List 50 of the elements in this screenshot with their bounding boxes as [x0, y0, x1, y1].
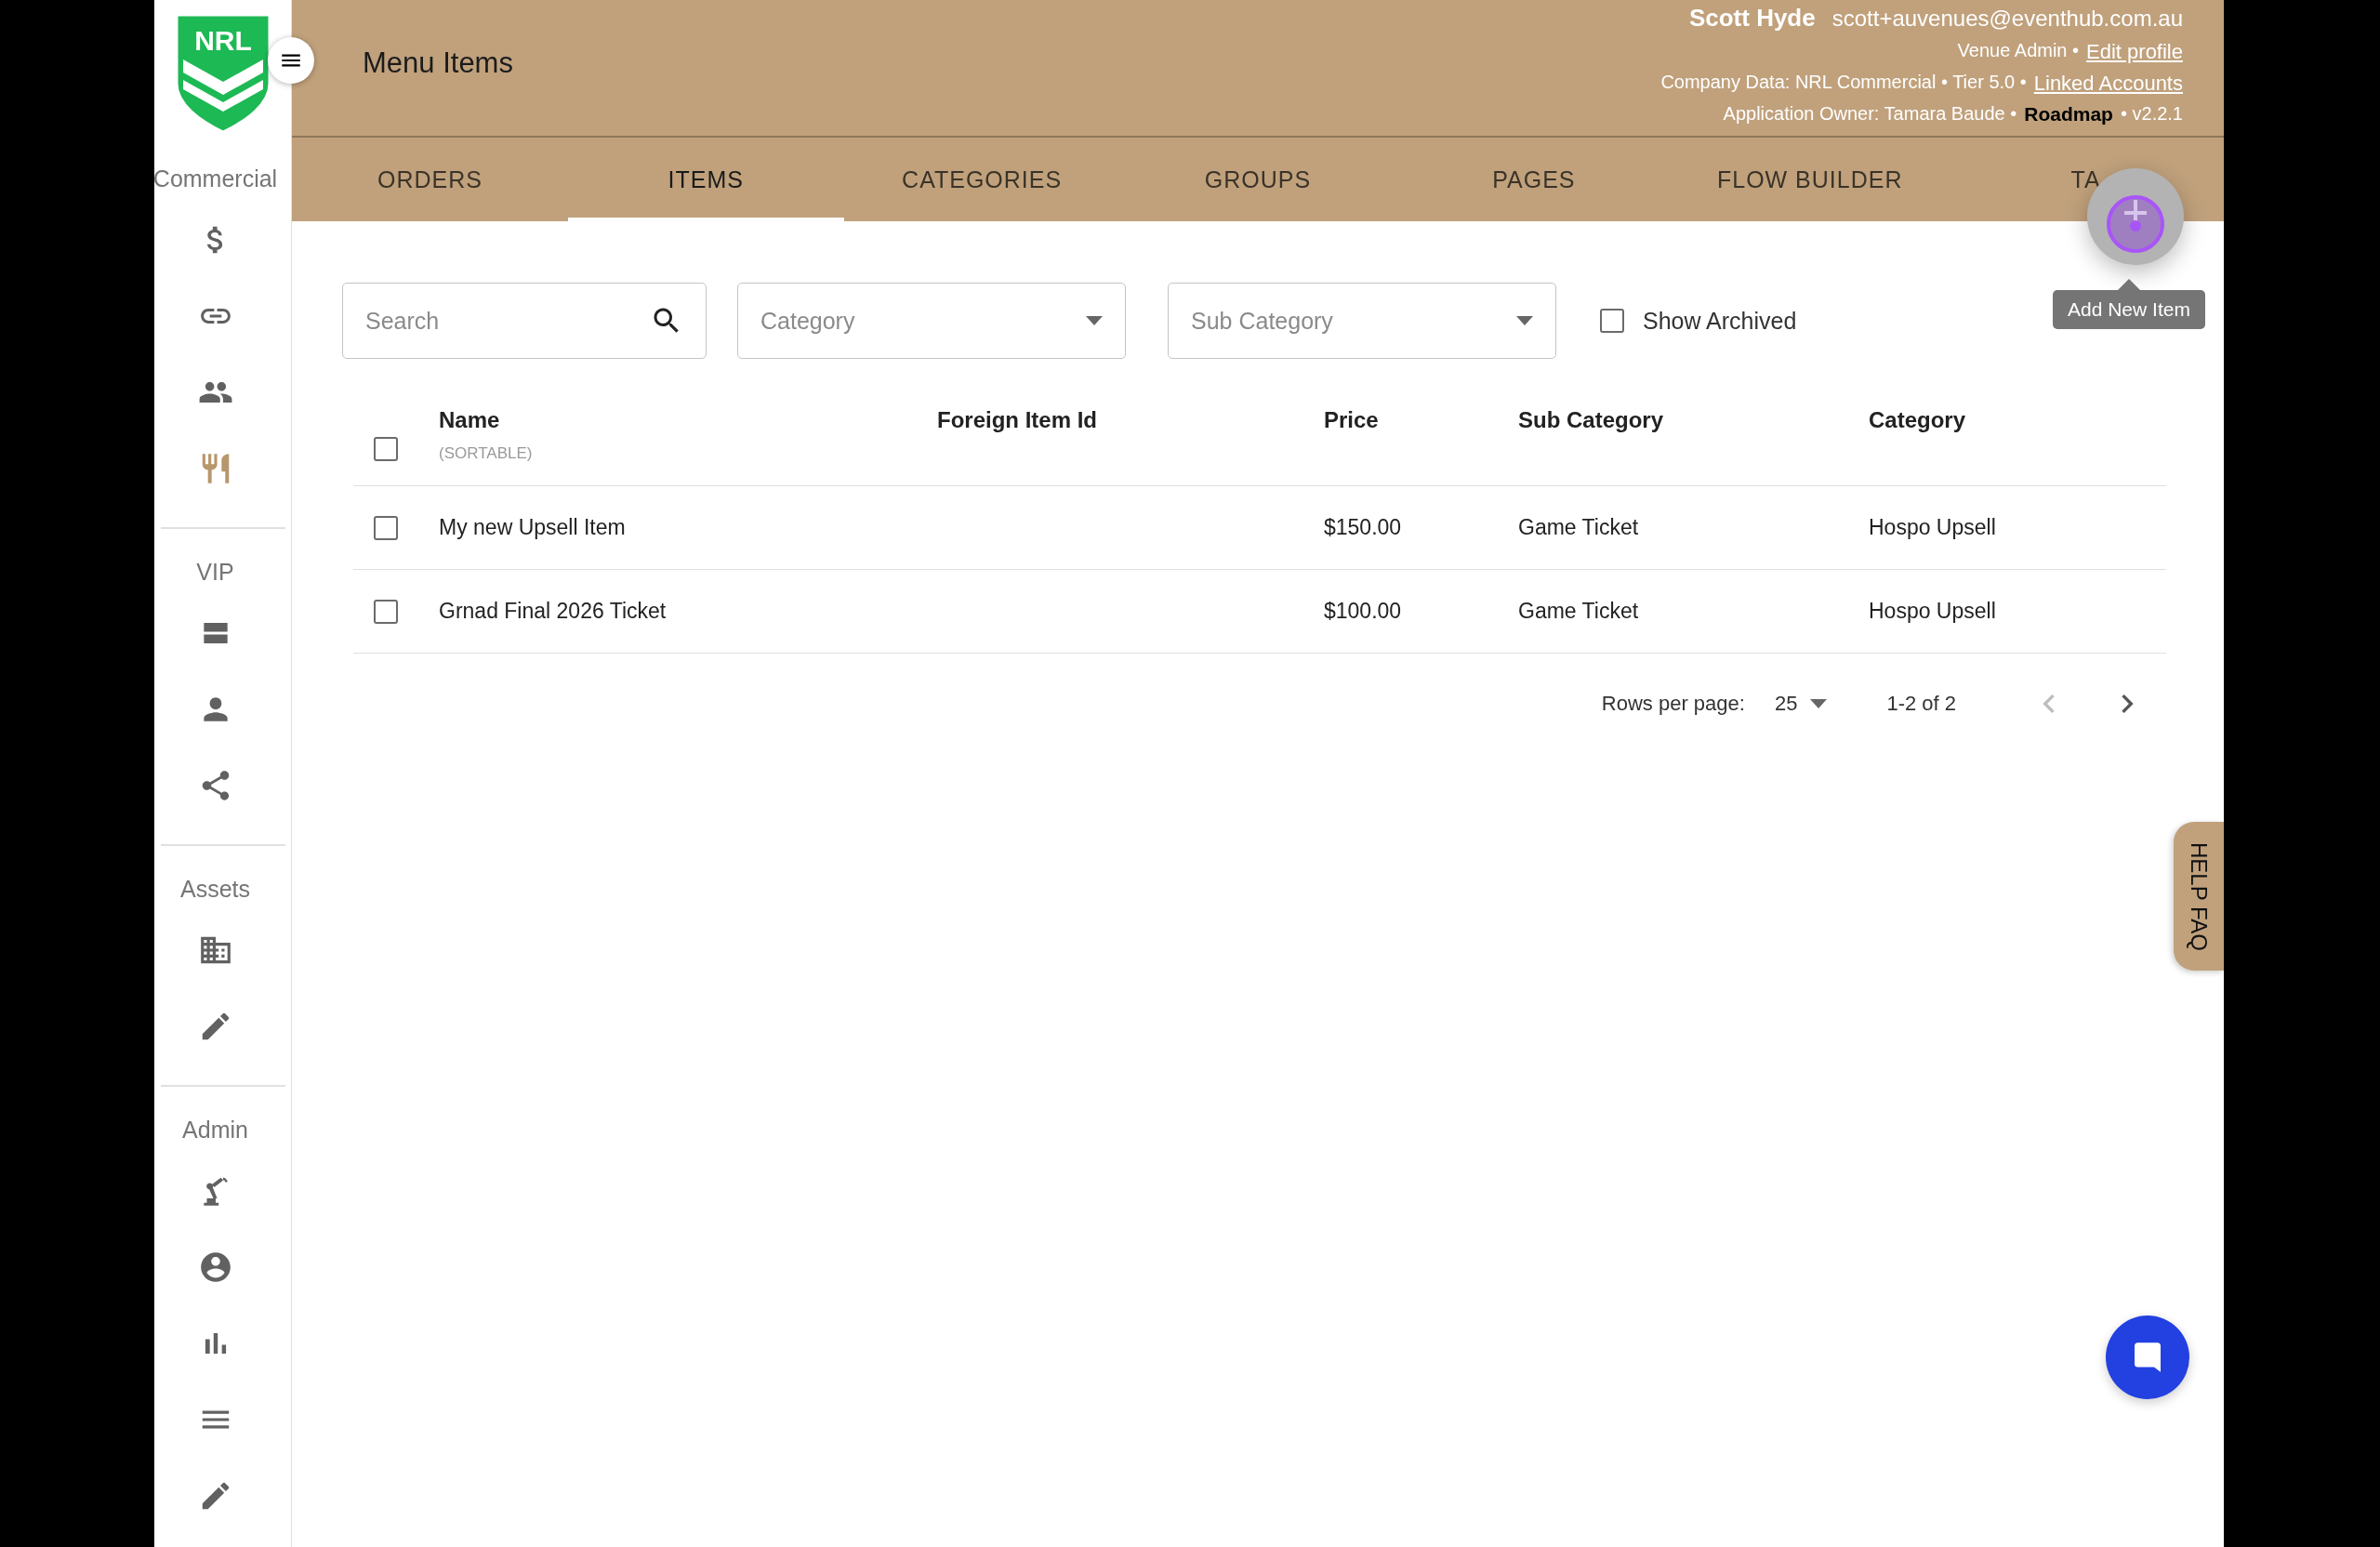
caret-icon	[1516, 316, 1533, 325]
rows-per-page-label: Rows per page:	[1601, 692, 1745, 716]
page-range: 1-2 of 2	[1886, 692, 1956, 716]
section-label: Assets	[180, 876, 250, 903]
info-text: Venue Admin •	[1957, 40, 2080, 62]
table-cell-text: $100.00	[1324, 599, 1403, 624]
help-tab[interactable]: HELP FAQ	[2174, 822, 2224, 971]
tooltip: Add New Item	[2053, 279, 2205, 329]
checkbox[interactable]	[374, 437, 398, 461]
info-text: • v2.2.1	[2120, 103, 2183, 126]
tab[interactable]: TA	[1948, 138, 2224, 221]
caret-icon[interactable]	[1810, 699, 1828, 708]
table-cell-text: Grnad Final 2026 Ticket	[439, 599, 668, 624]
table-cell-text: Game Ticket	[1518, 599, 1640, 624]
link[interactable]: Roadmap	[2024, 103, 2113, 126]
tab[interactable]: GROUPS	[1119, 138, 1396, 221]
category-dropdown[interactable]: Category	[737, 283, 1126, 359]
user-name: Scott Hyde	[1688, 4, 1816, 33]
sub-category-dropdown[interactable]: Sub Category	[1168, 283, 1556, 359]
table-cell-text: Game Ticket	[1518, 515, 1640, 540]
info-text: Company Data: NRL Commercial • Tier 5.0 •	[1660, 72, 2027, 94]
checkbox-label: Show Archived	[1643, 307, 1797, 335]
tab[interactable]: ITEMS	[567, 138, 844, 221]
checkbox[interactable]	[1600, 309, 1624, 333]
tab[interactable]: CATEGORIES	[843, 138, 1120, 221]
column-header[interactable]: Category	[1869, 407, 2166, 433]
target-icon	[2106, 194, 2165, 254]
tab[interactable]: FLOW BUILDER	[1672, 138, 1949, 221]
info-text: Application Owner: Tamara Baude •	[1723, 103, 2017, 126]
column-header[interactable]: Sub Category	[1518, 407, 1869, 433]
section-label: Admin	[182, 1117, 248, 1144]
section-label: Commercial	[154, 165, 278, 192]
table-cell-text: $150.00	[1324, 515, 1403, 540]
rows-per-page-select[interactable]: 25	[1774, 692, 1798, 716]
checkbox[interactable]	[374, 599, 398, 624]
table-cell-text: Hospo Upsell	[1869, 515, 1997, 540]
caret-icon	[1086, 316, 1103, 325]
table-cell-text: Hospo Upsell	[1869, 599, 1997, 624]
section-label: VIP	[196, 559, 234, 586]
table-cell-text: My new Upsell Item	[439, 515, 627, 540]
checkbox[interactable]	[374, 515, 398, 540]
column-header[interactable]: Foreign Item Id	[937, 407, 1324, 433]
user-email: scott+auvenues@eventhub.com.au	[1831, 6, 2183, 32]
tab[interactable]: PAGES	[1395, 138, 1673, 221]
page-title: Menu Items	[363, 46, 513, 80]
column-header[interactable]: Price	[1324, 407, 1518, 433]
column-header[interactable]: Name	[439, 407, 937, 433]
search-field[interactable]: Search	[342, 283, 707, 359]
sort-hint: (SORTABLE)	[439, 444, 534, 463]
tab[interactable]: ORDERS	[292, 138, 568, 221]
